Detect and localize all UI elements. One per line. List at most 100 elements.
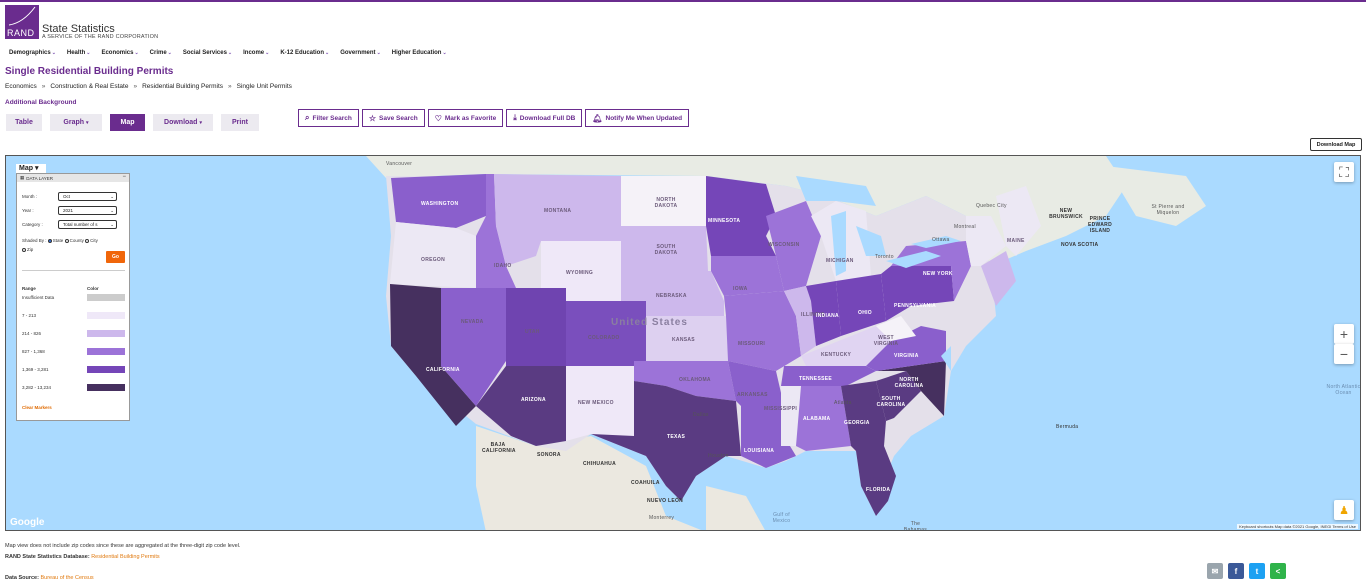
radio-state[interactable]: State xyxy=(47,238,63,243)
divider xyxy=(22,270,125,271)
legend-swatch xyxy=(87,294,125,301)
map-label-state: MISSISSIPPI xyxy=(764,406,798,412)
chevron-down-icon: ⌄ xyxy=(134,50,139,56)
map-label-state: INDIANA xyxy=(816,313,839,319)
legend-swatch xyxy=(87,312,125,319)
breadcrumb-item[interactable]: Residential Building Permits xyxy=(142,83,223,90)
logo-arc-icon xyxy=(8,6,36,26)
tab-table[interactable]: Table xyxy=(6,114,42,131)
database-link[interactable]: Residential Building Permits xyxy=(91,554,159,560)
map-label-province: NOVA SCOTIA xyxy=(1061,242,1099,248)
month-select[interactable]: Oct ⌄ xyxy=(58,192,117,201)
star-icon: ☆ xyxy=(368,113,377,123)
nav-item-crime[interactable]: Crime⌄ xyxy=(150,50,172,56)
map-label-state: WISCONSIN xyxy=(768,242,800,248)
zoom-in-button[interactable]: + xyxy=(1334,324,1354,344)
rand-logo[interactable]: RAND xyxy=(5,5,39,39)
map-label-state: SOUTH DAKOTA xyxy=(654,244,678,256)
data-source-line: Data Source: Bureau of the Census xyxy=(5,575,94,581)
breadcrumb: Economics » Construction & Real Estate »… xyxy=(5,83,292,90)
data-source-link[interactable]: Bureau of the Census xyxy=(40,575,93,581)
map-label-state: SOUTH CAROLINA xyxy=(876,396,906,408)
nav-item-economics[interactable]: Economics⌄ xyxy=(101,50,138,56)
nav-item-government[interactable]: Government⌄ xyxy=(340,50,381,56)
map-label-country: United States xyxy=(611,317,688,328)
map-label-state: NEW MEXICO xyxy=(578,400,614,406)
chevron-down-icon: ⌄ xyxy=(227,50,233,56)
zoom-out-button[interactable]: − xyxy=(1334,344,1354,364)
map-label-state: TENNESSEE xyxy=(799,376,832,382)
legend-range: 827 - 1,368 xyxy=(22,349,45,354)
map-label-region: COAHUILA xyxy=(631,480,660,486)
legend-range-header: Range xyxy=(22,286,36,291)
mark-favorite-button[interactable]: ♡ Mark as Favorite xyxy=(427,109,504,127)
legend-swatch xyxy=(87,366,125,373)
notify-me-button[interactable]: 🔔︎ Notify Me When Updated xyxy=(585,109,690,127)
breadcrumb-item[interactable]: Construction & Real Estate xyxy=(50,83,128,90)
save-search-button[interactable]: ☆ Save Search xyxy=(361,109,425,127)
street-view-pegman[interactable]: ♟ xyxy=(1334,500,1354,520)
chevron-down-icon: ⌄ xyxy=(86,50,91,56)
map-label-city: Dallas xyxy=(693,412,709,418)
share-bar: ✉ f t < xyxy=(1207,563,1286,579)
map-label-province: NEW BRUNSWICK xyxy=(1049,208,1083,220)
radio-zip[interactable]: Zip xyxy=(22,247,33,252)
map-label-state: MINNESOTA xyxy=(708,218,741,224)
facebook-share-button[interactable]: f xyxy=(1228,563,1244,579)
breadcrumb-item: Single Unit Permits xyxy=(236,83,292,90)
map-label-state: OREGON xyxy=(421,257,446,263)
map-canvas[interactable]: United States WASHINGTON OREGON IDAHO MO… xyxy=(5,155,1361,531)
year-select[interactable]: 2021 ⌄ xyxy=(58,206,117,215)
heart-icon: ♡ xyxy=(434,113,442,123)
tab-graph[interactable]: Graph ▾ xyxy=(50,114,102,131)
map-label-state: MISSOURI xyxy=(738,341,766,347)
panel-header[interactable]: ▦ DATA LAYER − xyxy=(17,174,129,182)
map-label-region: CHIHUAHUA xyxy=(583,461,616,467)
twitter-share-button[interactable]: t xyxy=(1249,563,1265,579)
action-bar: ⌕ Filter Search ☆ Save Search ♡ Mark as Fav… xyxy=(298,109,690,127)
breadcrumb-item[interactable]: Economics xyxy=(5,83,37,90)
email-share-button[interactable]: ✉ xyxy=(1207,563,1223,579)
caret-down-icon: ▾ xyxy=(199,119,202,126)
legend-color-header: Color xyxy=(87,286,99,291)
radio-county[interactable]: County xyxy=(64,238,84,243)
fullscreen-button[interactable]: ⛶ xyxy=(1334,162,1354,182)
additional-background-link[interactable]: Additional Background xyxy=(5,99,77,106)
nav-item-social-services[interactable]: Social Services⌄ xyxy=(183,50,232,56)
legend-swatch xyxy=(87,384,125,391)
nav-item-higher-education[interactable]: Higher Education⌄ xyxy=(392,50,447,56)
nav-item-health[interactable]: Health⌄ xyxy=(67,50,91,56)
map-attribution[interactable]: Keyboard shortcuts Map data ©2021 Google… xyxy=(1237,524,1358,529)
clear-markers-link[interactable]: Clear Markers xyxy=(22,405,52,410)
map-label-state: LOUISIANA xyxy=(744,448,775,454)
nav-item-demographics[interactable]: Demographics⌄ xyxy=(9,50,56,56)
map-label-state: NEVADA xyxy=(461,319,484,325)
chevron-down-icon: ⌄ xyxy=(167,50,172,56)
filter-search-button[interactable]: ⌕ Filter Search xyxy=(298,109,359,127)
category-select[interactable]: Total number of s ⌄ xyxy=(58,220,117,229)
share-icon: < xyxy=(1275,566,1281,576)
map-label-region: NUEVO LEÓN xyxy=(647,498,684,504)
map-label-state: NORTH CAROLINA xyxy=(894,377,924,389)
map-label-city: Vancouver xyxy=(386,161,413,167)
breadcrumb-separator: » xyxy=(228,83,232,90)
share-button[interactable]: < xyxy=(1270,563,1286,579)
tab-map[interactable]: Map xyxy=(110,114,145,131)
go-button[interactable]: Go xyxy=(106,251,125,263)
nav-item-k12-education[interactable]: K-12 Education⌄ xyxy=(280,50,329,56)
category-label: Category : xyxy=(22,222,43,227)
tab-print[interactable]: Print xyxy=(221,114,259,131)
radio-city[interactable]: City xyxy=(85,238,98,243)
map-label-state: ARIZONA xyxy=(521,397,546,403)
map-label-state: IOWA xyxy=(733,286,748,292)
download-map-button[interactable]: Download Map xyxy=(1310,138,1362,151)
map-label-region: SONORA xyxy=(537,452,561,458)
minimize-icon[interactable]: − xyxy=(122,174,126,180)
download-full-db-button[interactable]: ⤓ Download Full DB xyxy=(506,109,583,127)
chevron-down-icon: ⌄ xyxy=(110,221,114,227)
map-label-state: MAINE xyxy=(1007,238,1025,244)
nav-item-income[interactable]: Income⌄ xyxy=(243,50,269,56)
tab-download[interactable]: Download ▾ xyxy=(153,114,213,131)
download-icon: ⤓ xyxy=(513,113,517,122)
email-icon: ✉ xyxy=(1211,566,1219,576)
